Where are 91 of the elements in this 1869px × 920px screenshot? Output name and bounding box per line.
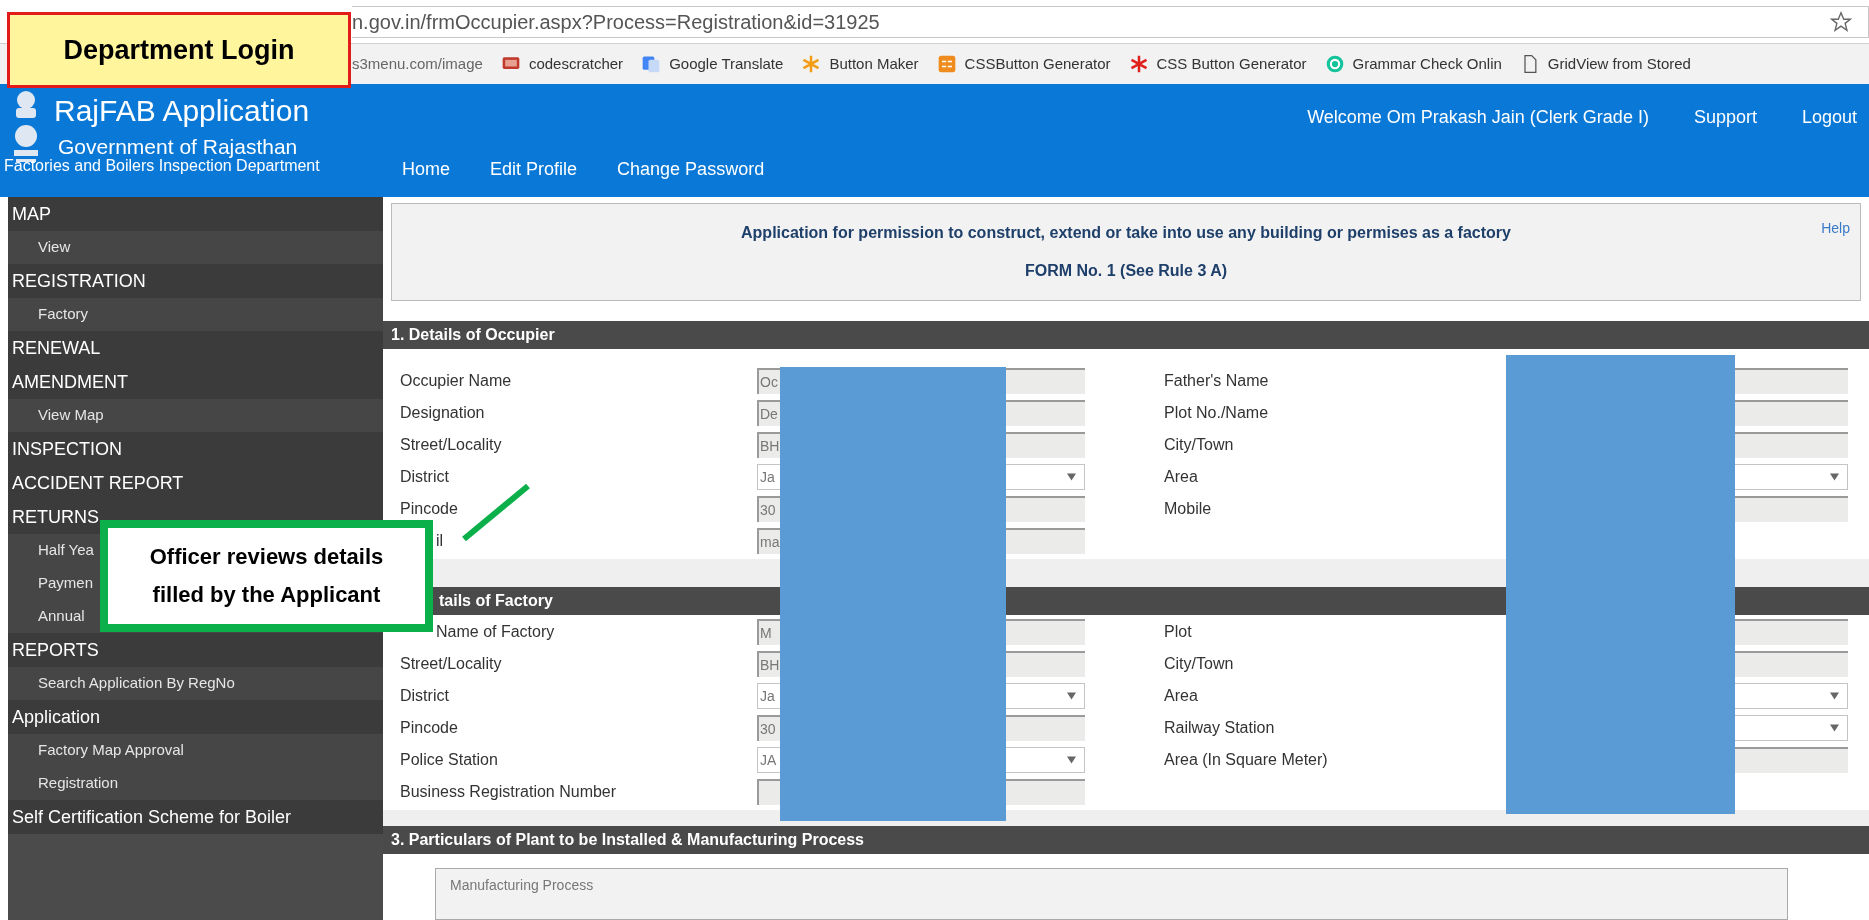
caret-icon (1067, 756, 1076, 764)
bookmark[interactable]: CSS Button Generator (1128, 52, 1307, 76)
header-link[interactable]: Logout (1801, 104, 1857, 131)
star-icon[interactable] (1830, 10, 1852, 33)
field-label: Business Registration Number (400, 782, 617, 802)
input-field[interactable]: BH (757, 432, 780, 458)
input-field[interactable]: M (757, 619, 780, 645)
bookmark[interactable]: GridView from Stored (1519, 52, 1691, 76)
caret-icon (1830, 724, 1839, 732)
field-label: Mobile (1164, 499, 1212, 519)
section-header: 1. Details of Occupier (383, 321, 1869, 349)
caret-icon (1830, 692, 1839, 700)
sidebar-item[interactable]: Application (12, 703, 101, 731)
input-field[interactable]: BH (757, 651, 780, 677)
help-link[interactable]: Help (1821, 218, 1850, 239)
section-header: 3. Particulars of Plant to be Installed & Manufacturing Process (383, 826, 1869, 854)
bookmark[interactable]: codescratcher (500, 52, 624, 76)
field-label: Area (1164, 467, 1198, 487)
field-label: il (436, 531, 444, 551)
field-label: District (400, 686, 449, 706)
form-title: Application for permission to construct, extend or take into use any building or permises as a factory (741, 223, 1511, 243)
field-label: Area (1164, 686, 1198, 706)
circle-g-icon (1324, 54, 1345, 74)
field-label: Pincode (400, 499, 458, 519)
address-bar[interactable]: n.gov.in/frmOccupier.aspx?Process=Registration&id=31925 (352, 5, 1869, 38)
field-label: Street/Locality (400, 654, 502, 674)
sidebar-subitem[interactable]: Registration (38, 772, 119, 795)
sidebar-item[interactable]: REPORTS (12, 636, 99, 664)
input-field[interactable]: ma (757, 528, 780, 554)
field-label: Plot No./Name (1164, 403, 1269, 423)
sidebar-item[interactable]: RENEWAL (12, 334, 101, 362)
dropdown-edge[interactable] (1006, 747, 1085, 773)
bookmark[interactable]: Button Maker (801, 52, 919, 76)
field-label: City/Town (1164, 654, 1234, 674)
sidebar-subitem[interactable]: View Map (38, 404, 104, 427)
sidebar-subitem[interactable]: Factory (38, 303, 88, 326)
asterisk-icon (1128, 54, 1149, 74)
field-label: District (400, 467, 449, 487)
sidebar-subitem[interactable]: Half Yea (38, 539, 94, 562)
department-name: Factories and Boilers Inspection Department (4, 157, 321, 176)
field-label: Pincode (400, 718, 458, 738)
sidebar-subitem[interactable]: View (38, 236, 71, 259)
sidebar-item[interactable]: MAP (12, 200, 51, 228)
form-number: FORM No. 1 (See Rule 3 A) (1024, 261, 1228, 281)
field-label: Street/Locality (400, 435, 502, 455)
text-area[interactable]: Manufacturing Process (435, 868, 1788, 920)
field-label: Area (In Square Meter) (1164, 750, 1328, 770)
caret-icon (1067, 692, 1076, 700)
annotation-label: Department Login (7, 12, 351, 88)
field-label: Designation (400, 403, 485, 423)
dropdown[interactable]: JA (757, 747, 780, 773)
bookmark[interactable]: Google Translate (641, 52, 784, 76)
sidebar-item[interactable]: RETURNS (12, 503, 99, 531)
field-label: Police Station (400, 750, 498, 770)
caret-icon (1067, 473, 1076, 481)
field-label: Plot (1164, 622, 1192, 642)
dropdown-edge[interactable] (1735, 715, 1848, 741)
dropdown-edge[interactable] (1735, 464, 1848, 490)
header-link[interactable]: Support (1693, 104, 1757, 131)
field-label: Railway Station (1164, 718, 1275, 738)
field-label: Occupier Name (400, 371, 512, 391)
dropdown-edge[interactable] (1006, 683, 1085, 709)
app-subtitle: Government of Rajasthan (58, 134, 298, 160)
dropdown-edge[interactable] (1006, 464, 1085, 490)
welcome-text: Welcome Om Prakash Jain (Clerk Grade I) (1307, 106, 1649, 129)
field-label: Name of Factory (436, 622, 555, 642)
dropdown[interactable]: Ja (757, 464, 780, 490)
sidebar-subitem[interactable]: Paymen (38, 572, 94, 595)
dropdown[interactable]: Ja (757, 683, 780, 709)
bookmark[interactable]: CSSButton Generator (936, 52, 1111, 76)
input-field[interactable]: 30 (757, 496, 780, 522)
css-icon (936, 54, 957, 74)
nav-link[interactable]: Home (402, 156, 450, 183)
callout-box: Officer reviews details filled by the Applicant (100, 520, 433, 632)
bookmark[interactable]: Grammar Check Onlin (1324, 52, 1502, 76)
nav-link[interactable]: Edit Profile (490, 156, 578, 183)
input-field[interactable] (757, 779, 780, 805)
caret-icon (1830, 473, 1839, 481)
field-label: City/Town (1164, 435, 1234, 455)
nav-link[interactable]: Change Password (617, 156, 765, 183)
input-field[interactable]: Oc (757, 368, 780, 394)
bookmark[interactable]: s3menu.com/image (352, 52, 483, 76)
leader-line (461, 483, 531, 542)
input-field[interactable]: De (757, 400, 780, 426)
asterisk-icon (801, 54, 822, 74)
input-field[interactable]: 30 (757, 715, 780, 741)
dropdown-edge[interactable] (1735, 683, 1848, 709)
translate-icon (641, 54, 662, 74)
app-title: RajFAB Application (54, 93, 310, 129)
sidebar-subitem[interactable]: Annual (38, 605, 85, 628)
field-label: Father's Name (1164, 371, 1269, 391)
